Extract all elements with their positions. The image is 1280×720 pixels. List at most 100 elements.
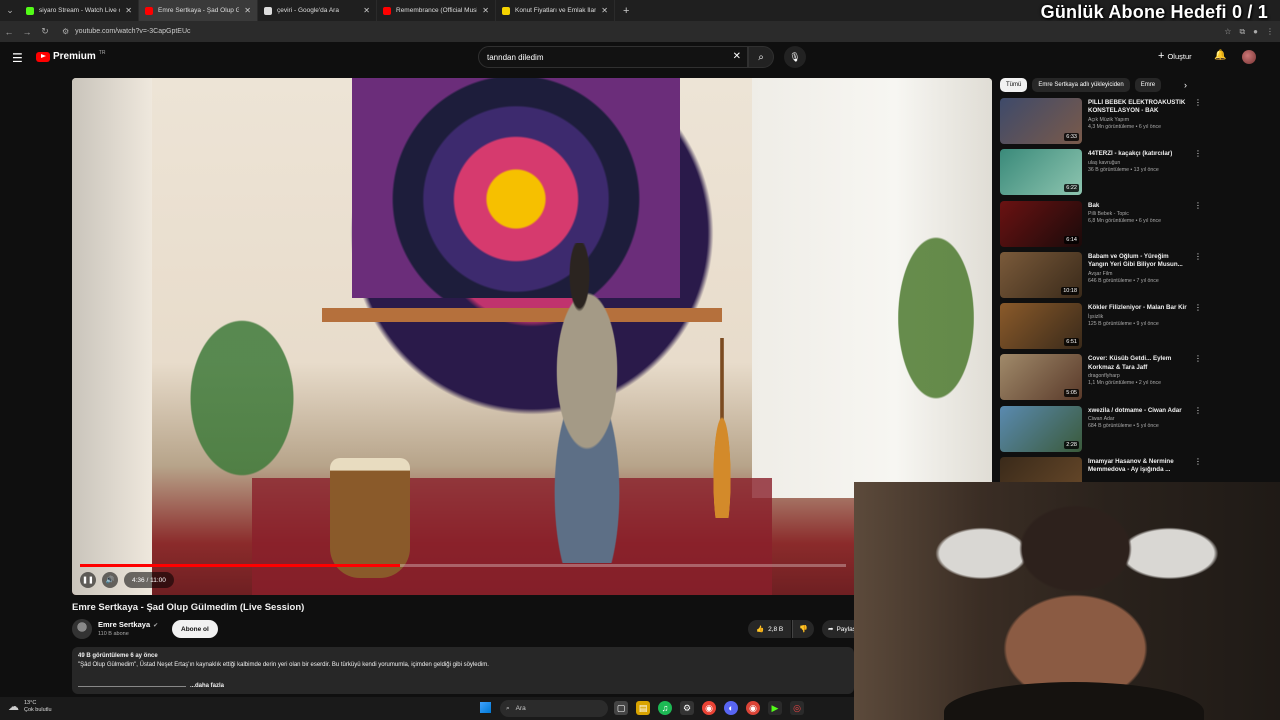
video-channel[interactable]: Avşar Film: [1088, 271, 1188, 277]
more-options-icon[interactable]: ⋮: [1194, 458, 1202, 466]
subscribe-button[interactable]: Abone ol: [172, 620, 218, 638]
more-options-icon[interactable]: ⋮: [1194, 150, 1202, 158]
video-info: PİLLİ BEBEK ELEKTROAKUSTİK KONSTELASYON …: [1088, 99, 1188, 130]
windows-start-icon[interactable]: [480, 702, 491, 713]
filter-chip[interactable]: Emre Sertkaya adlı yükleyiciden: [1032, 78, 1130, 92]
site-info-icon[interactable]: ⚙: [62, 27, 69, 36]
account-avatar[interactable]: [1242, 50, 1256, 64]
search-button[interactable]: ⌕: [748, 46, 774, 68]
video-thumbnail[interactable]: 5:05: [1000, 354, 1082, 401]
taskbar-search-placeholder: Ara: [515, 705, 526, 712]
browser-tab[interactable]: Emre Sertkaya - Şad Olup Gülmedim ✕: [139, 0, 258, 21]
youtube-logo[interactable]: Premium TR: [36, 50, 105, 62]
video-thumbnail[interactable]: 6:14: [1000, 200, 1082, 247]
like-button[interactable]: 👍 2,8 B: [748, 620, 792, 638]
description-box[interactable]: 49 B görüntüleme 6 ay önce "Şâd Olup Gül…: [72, 647, 854, 694]
chevron-right-icon[interactable]: ›: [1184, 80, 1187, 90]
video-title[interactable]: Babam ve Oğlum - Yüreğim Yangın Yeri Gib…: [1088, 253, 1188, 270]
weather-widget[interactable]: ☁ 13°C Çok bulutlu: [8, 700, 52, 713]
more-options-icon[interactable]: ⋮: [1194, 99, 1202, 107]
channel-avatar[interactable]: [72, 619, 92, 639]
video-title[interactable]: 44TERZİ - kaçakçı (katırcılar): [1088, 150, 1188, 158]
file-explorer-icon[interactable]: ▤: [636, 701, 650, 715]
voice-search-button[interactable]: 🎙: [784, 46, 806, 68]
progress-bar[interactable]: [80, 564, 846, 567]
taskbar-search[interactable]: ⌕ Ara: [500, 700, 608, 717]
obs-icon[interactable]: ◎: [790, 701, 804, 715]
back-icon[interactable]: ←: [0, 27, 18, 37]
recommended-video[interactable]: 5:05 Cover: Küsüb Getdi... Eylem Korkmaz …: [1000, 354, 1202, 405]
recommended-video[interactable]: 6:22 44TERZİ - kaçakçı (katırcılar) ulaş k…: [1000, 149, 1202, 200]
profile-icon[interactable]: ●: [1253, 27, 1258, 36]
more-options-icon[interactable]: ⋮: [1194, 201, 1202, 210]
discord-icon[interactable]: ◐: [724, 701, 738, 715]
more-options-icon[interactable]: ⋮: [1194, 304, 1202, 312]
video-title[interactable]: Cover: Küsüb Getdi... Eylem Korkmaz & Ta…: [1088, 355, 1188, 372]
more-options-icon[interactable]: ⋮: [1194, 252, 1202, 261]
hamburger-menu-icon[interactable]: ☰: [12, 51, 23, 65]
video-title[interactable]: PİLLİ BEBEK ELEKTROAKUSTİK KONSTELASYON …: [1088, 99, 1188, 116]
video-thumbnail[interactable]: 6:22: [1000, 149, 1082, 196]
recommended-video[interactable]: 6:33 PİLLİ BEBEK ELEKTROAKUSTİK KONSTELAS…: [1000, 98, 1202, 149]
player-controls: ❚❚ 🔊 4:36 / 11:00: [72, 562, 854, 595]
video-channel[interactable]: Pilli Bebek - Topic: [1088, 211, 1188, 217]
pause-button[interactable]: ❚❚: [80, 572, 96, 588]
video-thumbnail[interactable]: 6:33: [1000, 98, 1082, 144]
video-title[interactable]: Bak: [1088, 202, 1188, 210]
channel-name[interactable]: Emre Sertkaya ✔: [98, 620, 158, 629]
video-channel[interactable]: İşsizlik: [1088, 314, 1188, 320]
forward-icon[interactable]: →: [18, 27, 36, 37]
settings-icon[interactable]: ⚙: [680, 701, 694, 715]
video-channel[interactable]: dragonflyharp: [1088, 373, 1188, 379]
browser-tab[interactable]: siyaro Stream - Watch Live on Kick ✕: [20, 0, 139, 21]
recommended-video[interactable]: 6:51 Kökler Filizleniyor - Malan Bar Kir İ…: [1000, 303, 1202, 354]
video-channel[interactable]: ulaş kavruğun: [1088, 160, 1188, 166]
browser-tab[interactable]: Remembrance (Official Music Video) ✕: [377, 0, 496, 21]
video-thumbnail[interactable]: 10:18: [1000, 251, 1082, 298]
bookmark-star-icon[interactable]: ☆: [1224, 27, 1231, 36]
video-thumbnail[interactable]: 6:51: [1000, 303, 1082, 350]
chrome-icon[interactable]: ◉: [702, 701, 716, 715]
video-title[interactable]: İmamyar Hasanov & Nermine Memmedova - Ay…: [1088, 458, 1188, 475]
tab-search-icon[interactable]: ⌄: [0, 0, 20, 21]
notifications-bell-icon[interactable]: 🔔: [1214, 50, 1226, 61]
kick-app-icon[interactable]: ▶: [768, 701, 782, 715]
recommended-video[interactable]: 6:14 Bak Pilli Bebek - Topic 6,8 Mn görüntü…: [1000, 200, 1202, 252]
browser-tab[interactable]: Konut Fiyatları ve Emlak İlanları ✕: [496, 0, 615, 21]
address-bar: ← → ↻ ⚙ youtube.com/watch?v=-3CapGptEUc …: [0, 21, 1280, 42]
more-options-icon[interactable]: ⋮: [1194, 355, 1202, 363]
video-title[interactable]: Kökler Filizleniyor - Malan Bar Kir: [1088, 304, 1188, 312]
filter-chip[interactable]: Emre: [1134, 78, 1162, 92]
more-options-icon[interactable]: ⋮: [1194, 406, 1202, 415]
video-title[interactable]: xwezila / dotmame - Ciwan Adar: [1088, 407, 1188, 415]
filter-chip[interactable]: Tümü: [1000, 78, 1028, 92]
close-tab-icon[interactable]: ✕: [244, 6, 251, 15]
show-more[interactable]: ...daha fazla: [78, 683, 224, 689]
extensions-icon[interactable]: ⧉: [1239, 27, 1245, 37]
volume-button[interactable]: 🔊: [102, 572, 118, 588]
video-thumbnail[interactable]: 2:28: [1000, 405, 1082, 452]
reload-icon[interactable]: ↻: [36, 26, 54, 37]
create-button[interactable]: + Oluştur: [1158, 50, 1192, 62]
recommended-video[interactable]: 10:18 Babam ve Oğlum - Yüreğim Yangın Yer…: [1000, 251, 1202, 303]
new-tab-button[interactable]: +: [615, 5, 637, 17]
browser-tab[interactable]: çeviri - Google'da Ara ✕: [258, 0, 377, 21]
tab-favicon-icon: [26, 6, 34, 15]
video-channel[interactable]: Açık Müzik Yapım: [1088, 117, 1188, 123]
pause-icon: ❚❚: [82, 577, 94, 584]
dislike-button[interactable]: 👎: [792, 620, 814, 638]
close-tab-icon[interactable]: ✕: [363, 6, 370, 15]
close-tab-icon[interactable]: ✕: [482, 6, 489, 15]
recommended-video[interactable]: 2:28 xwezila / dotmame - Ciwan Adar Ciwan …: [1000, 405, 1202, 457]
chrome-alt-icon[interactable]: ◉: [746, 701, 760, 715]
clear-search-icon[interactable]: ✕: [733, 51, 741, 62]
tab-title: Konut Fiyatları ve Emlak İlanları: [515, 7, 597, 14]
task-view-icon[interactable]: ▢: [614, 701, 628, 715]
video-channel[interactable]: Ciwan Adar: [1088, 416, 1188, 422]
browser-menu-icon[interactable]: ⋮: [1266, 27, 1274, 36]
url-field[interactable]: ⚙ youtube.com/watch?v=-3CapGptEUc: [62, 27, 191, 36]
close-tab-icon[interactable]: ✕: [125, 6, 132, 15]
close-tab-icon[interactable]: ✕: [601, 6, 608, 15]
search-input[interactable]: tanndan diledim ✕: [478, 46, 748, 68]
spotify-icon[interactable]: ♫: [658, 701, 672, 715]
